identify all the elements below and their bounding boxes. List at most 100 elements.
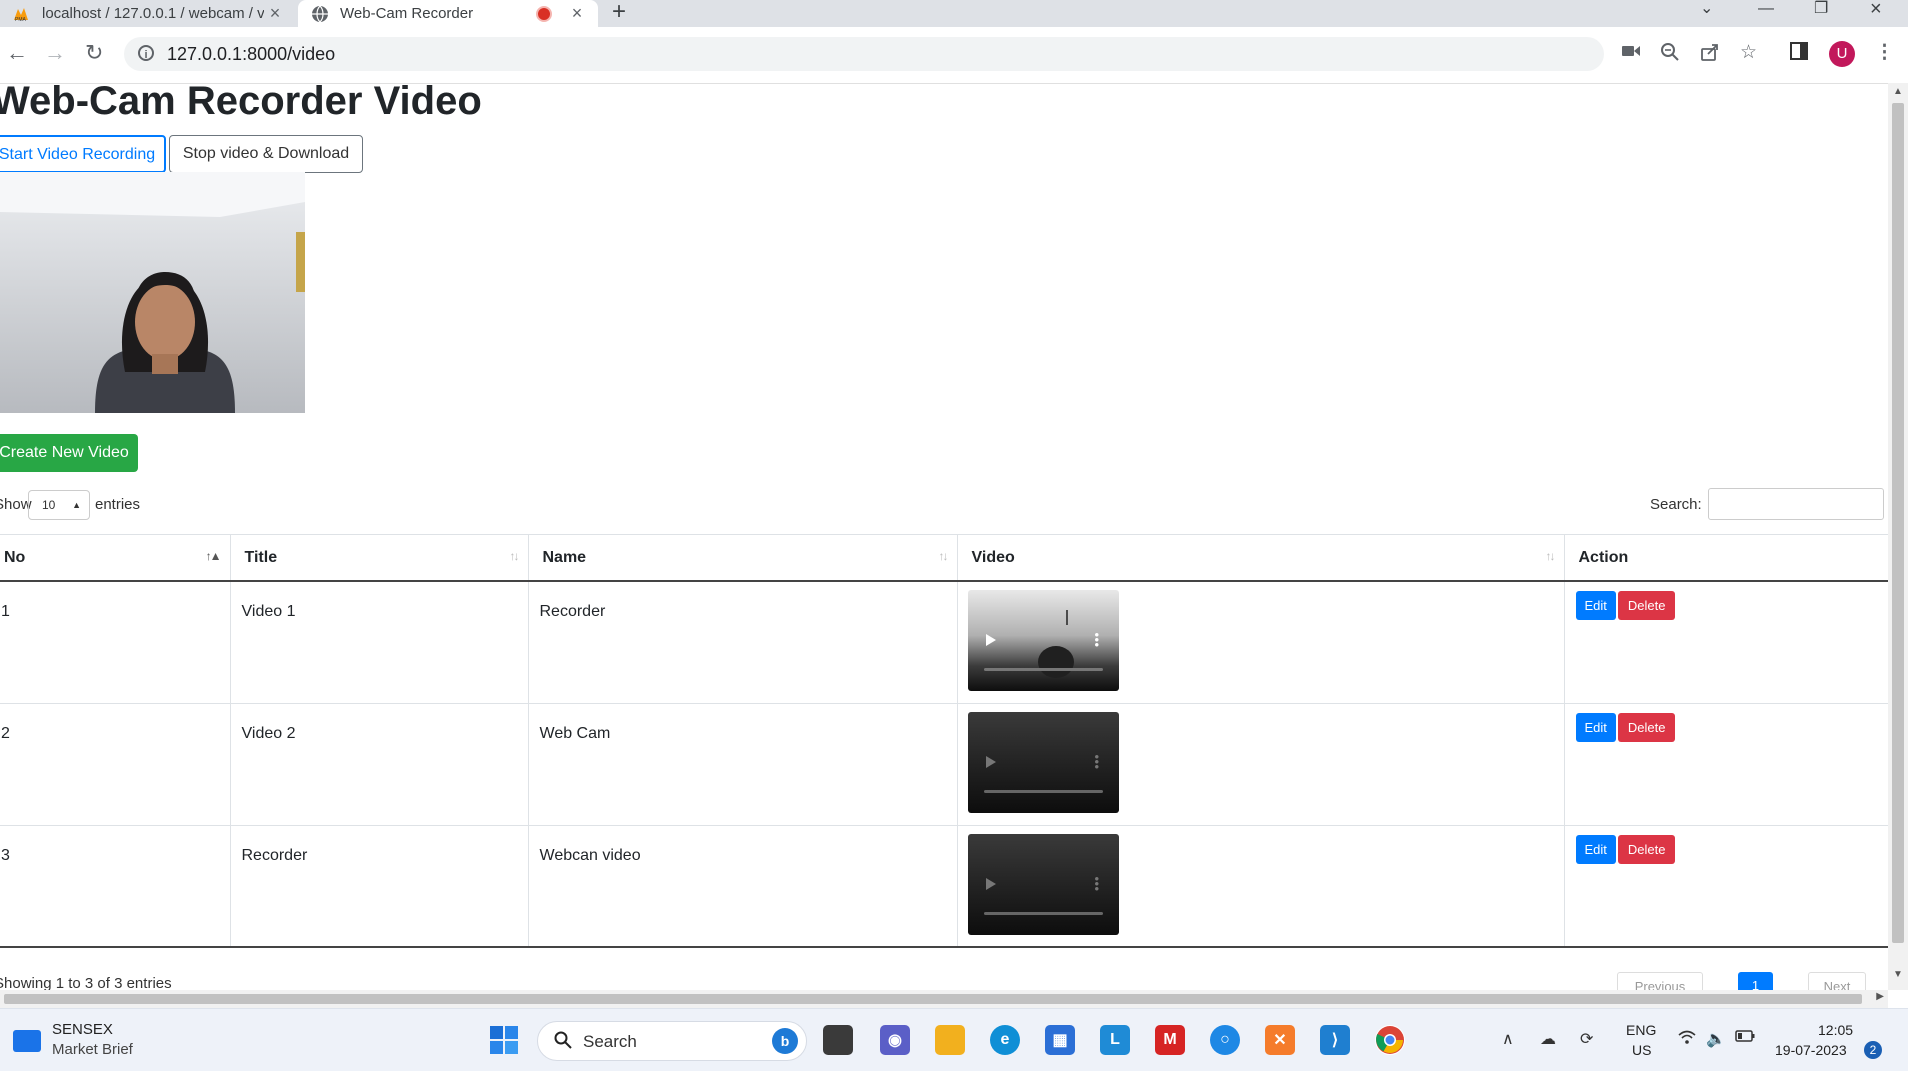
sort-icon: ↑↓ bbox=[1545, 549, 1556, 563]
video-progress-bar[interactable] bbox=[983, 668, 1103, 671]
cell-title: Recorder bbox=[229, 824, 528, 948]
vscode-icon[interactable]: ⟩ bbox=[1320, 1025, 1350, 1055]
search-input[interactable] bbox=[1708, 488, 1884, 520]
forward-icon[interactable]: → bbox=[44, 40, 66, 66]
vertical-scrollbar[interactable]: ▲ ▼ bbox=[1888, 83, 1908, 990]
windows-taskbar: SENSEX Market Brief Search b ◉ e ▦ L M ○… bbox=[0, 1008, 1908, 1071]
task-view-icon[interactable] bbox=[823, 1025, 853, 1055]
widget-title[interactable]: SENSEX bbox=[52, 1021, 113, 1038]
sync-icon[interactable]: ⟳ bbox=[1580, 1029, 1593, 1049]
edge-browser-icon[interactable]: e bbox=[990, 1025, 1020, 1055]
create-new-video-button[interactable]: Create New Video bbox=[0, 434, 138, 472]
play-icon[interactable] bbox=[985, 877, 996, 890]
tab-title: Web-Cam Recorder bbox=[340, 5, 474, 22]
wifi-icon[interactable] bbox=[1678, 1029, 1696, 1050]
vertical-scroll-thumb[interactable] bbox=[1892, 103, 1904, 943]
video-player[interactable]: • • • bbox=[967, 711, 1119, 813]
start-recording-button[interactable]: Start Video Recording bbox=[0, 135, 166, 173]
bookmark-star-icon[interactable]: ☆ bbox=[1740, 42, 1757, 64]
more-options-icon[interactable]: • • • bbox=[1095, 628, 1100, 651]
camera-in-use-icon[interactable] bbox=[1622, 42, 1640, 64]
scroll-right-arrow-icon[interactable]: ▶ bbox=[1876, 991, 1884, 1002]
restore-icon[interactable]: ❐ bbox=[1814, 0, 1828, 18]
column-header-action: Action bbox=[1563, 534, 1888, 582]
scroll-up-arrow-icon[interactable]: ▲ bbox=[1893, 86, 1903, 97]
stop-download-button[interactable]: Stop video & Download bbox=[169, 135, 363, 173]
windows-start-icon[interactable] bbox=[489, 1025, 519, 1055]
more-options-icon[interactable]: • • • bbox=[1095, 872, 1100, 895]
tab-webcam-recorder[interactable]: Web-Cam Recorder × bbox=[298, 0, 598, 27]
file-explorer-icon[interactable] bbox=[935, 1025, 965, 1055]
mcafee-icon[interactable]: M bbox=[1155, 1025, 1185, 1055]
pagination-next-button[interactable]: Next bbox=[1808, 972, 1866, 990]
new-tab-icon[interactable]: + bbox=[612, 0, 626, 24]
more-options-icon[interactable]: • • • bbox=[1095, 750, 1100, 773]
address-bar[interactable]: i 127.0.0.1:8000/video bbox=[124, 37, 1604, 71]
cell-name: Recorder bbox=[527, 580, 957, 703]
onedrive-cloud-icon[interactable]: ☁ bbox=[1540, 1029, 1556, 1049]
show-hidden-icons-chevron-icon[interactable]: ∧ bbox=[1502, 1029, 1514, 1049]
tab-phpmyadmin[interactable]: PMA localhost / 127.0.0.1 / webcam / v × bbox=[0, 0, 296, 27]
side-panel-icon[interactable] bbox=[1790, 42, 1808, 66]
delete-button[interactable]: Delete bbox=[1617, 591, 1676, 620]
chrome-icon[interactable] bbox=[1375, 1025, 1405, 1055]
bing-icon[interactable]: b bbox=[772, 1028, 798, 1054]
zoom-icon[interactable] bbox=[1660, 42, 1680, 68]
minimize-icon[interactable]: — bbox=[1758, 0, 1774, 18]
blue-circle-app-icon[interactable]: ○ bbox=[1210, 1025, 1240, 1055]
reload-icon[interactable]: ↻ bbox=[85, 40, 103, 66]
search-label: Search: bbox=[1650, 496, 1702, 513]
volume-icon[interactable]: 🔈 bbox=[1706, 1029, 1726, 1049]
column-header-title[interactable]: Title ↑↓ bbox=[229, 534, 528, 582]
microsoft-store-icon[interactable]: ▦ bbox=[1045, 1025, 1075, 1055]
region-indicator[interactable]: US bbox=[1632, 1042, 1651, 1058]
column-header-video[interactable]: Video ↑↓ bbox=[956, 534, 1564, 582]
window-close-icon[interactable]: × bbox=[1870, 0, 1882, 19]
clock-time[interactable]: 12:05 bbox=[1818, 1022, 1853, 1038]
pagination-previous-button[interactable]: Previous bbox=[1617, 972, 1703, 990]
tab-close-icon[interactable]: × bbox=[566, 3, 588, 24]
l-app-icon[interactable]: L bbox=[1100, 1025, 1130, 1055]
video-player[interactable]: • • • bbox=[967, 833, 1119, 935]
cell-name: Webcan video bbox=[527, 824, 957, 948]
battery-icon[interactable] bbox=[1735, 1029, 1755, 1047]
delete-button[interactable]: Delete bbox=[1617, 834, 1676, 864]
teams-chat-icon[interactable]: ◉ bbox=[880, 1025, 910, 1055]
column-header-no[interactable]: No ↑▲ bbox=[0, 534, 230, 582]
edit-button[interactable]: Edit bbox=[1575, 591, 1616, 620]
column-header-name[interactable]: Name ↑↓ bbox=[527, 534, 957, 582]
xampp-icon[interactable]: ✕ bbox=[1265, 1025, 1295, 1055]
edit-button[interactable]: Edit bbox=[1575, 834, 1616, 864]
video-progress-bar[interactable] bbox=[983, 911, 1103, 915]
horizontal-scrollbar[interactable]: ▶ bbox=[0, 990, 1888, 1008]
cell-no: 3 bbox=[0, 824, 230, 948]
edit-button[interactable]: Edit bbox=[1575, 712, 1616, 742]
play-icon[interactable] bbox=[985, 755, 996, 768]
stock-widget-icon[interactable] bbox=[13, 1030, 41, 1052]
site-info-icon[interactable]: i bbox=[138, 45, 154, 61]
video-player[interactable]: • • • bbox=[967, 590, 1119, 691]
table-row: 3 Recorder Webcan video • • • Edit Delete bbox=[0, 824, 1888, 948]
delete-button[interactable]: Delete bbox=[1617, 712, 1676, 742]
notification-badge[interactable]: 2 bbox=[1864, 1041, 1882, 1059]
play-icon[interactable] bbox=[985, 634, 996, 646]
table-info-text: Showing 1 to 3 of 3 entries bbox=[0, 975, 172, 990]
header-label: Action bbox=[1578, 548, 1629, 566]
share-icon[interactable] bbox=[1700, 42, 1720, 68]
taskbar-search-box[interactable]: Search b bbox=[537, 1021, 807, 1061]
video-progress-bar[interactable] bbox=[983, 789, 1103, 793]
globe-icon bbox=[310, 4, 330, 24]
tab-close-icon[interactable]: × bbox=[264, 3, 286, 24]
clock-date[interactable]: 19-07-2023 bbox=[1775, 1042, 1847, 1058]
cell-title: Video 2 bbox=[229, 702, 528, 825]
tab-search-chevron-icon[interactable]: ⌄ bbox=[1700, 0, 1713, 18]
horizontal-scroll-thumb[interactable] bbox=[4, 994, 1862, 1004]
widget-subtitle[interactable]: Market Brief bbox=[52, 1041, 133, 1058]
profile-avatar[interactable]: U bbox=[1829, 41, 1855, 67]
menu-kebab-icon[interactable]: ⋮ bbox=[1875, 42, 1894, 64]
back-icon[interactable]: ← bbox=[6, 40, 28, 66]
language-indicator[interactable]: ENG bbox=[1626, 1022, 1656, 1038]
pagination-page-1[interactable]: 1 bbox=[1738, 972, 1773, 990]
entries-per-page-select[interactable]: 10 ▲ bbox=[28, 490, 90, 520]
scroll-down-arrow-icon[interactable]: ▼ bbox=[1893, 969, 1903, 980]
